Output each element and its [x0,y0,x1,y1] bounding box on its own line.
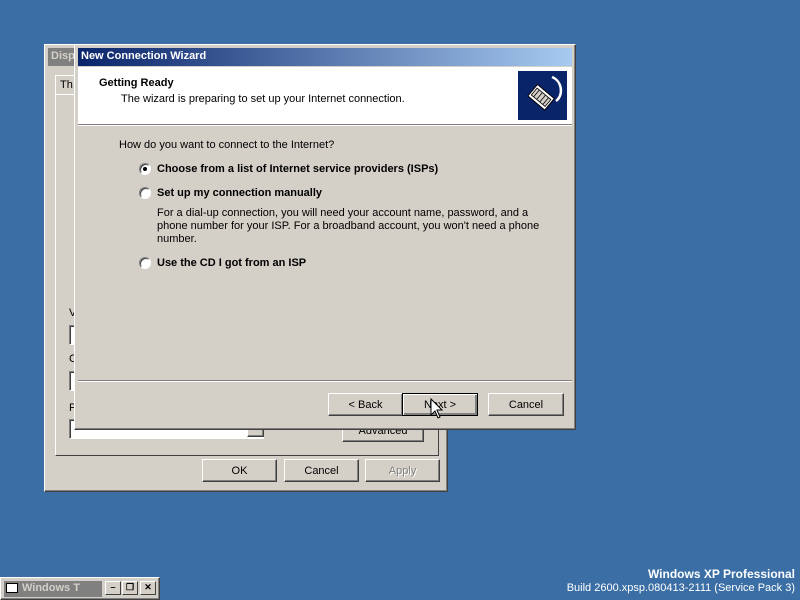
option-choose-isp-label: Choose from a list of Internet service p… [157,163,439,175]
wizard-separator [78,380,572,382]
display-cancel-button[interactable]: Cancel [284,459,359,482]
os-version-watermark: Windows XP Professional Build 2600.xpsp.… [567,567,795,595]
display-cancel-label: Cancel [304,464,339,477]
option-choose-isp[interactable]: Choose from a list of Internet service p… [139,163,438,175]
monitor-icon [6,583,18,593]
os-build: Build 2600.xpsp.080413-2111 (Service Pac… [566,582,795,594]
radio-choose-isp[interactable] [139,163,151,175]
apply-button-label: Apply [388,464,417,477]
manual-setup-description: For a dial-up connection, you will need … [157,207,540,245]
mouse-pointer-icon [430,397,444,423]
minimize-icon[interactable]: – [105,581,121,595]
network-cable-icon [518,71,567,120]
wizard-titlebar[interactable]: New Connection Wizard [78,48,572,66]
option-use-cd[interactable]: Use the CD I got from an ISP [139,257,306,269]
connection-question: How do you want to connect to the Intern… [119,139,335,151]
close-icon[interactable]: ✕ [140,581,156,595]
new-connection-wizard-dialog: New Connection Wizard Getting Ready The … [74,44,576,430]
os-edition: Windows XP Professional [647,567,795,581]
ok-button[interactable]: OK [202,459,277,482]
wizard-header-subtitle: The wizard is preparing to set up your I… [121,93,405,105]
radio-use-cd[interactable] [139,257,151,269]
option-manual-setup-label: Set up my connection manually [157,187,323,199]
back-button-label: < Back [348,398,383,411]
restore-icon[interactable]: ❐ [122,581,138,595]
option-use-cd-label: Use the CD I got from an ISP [157,257,307,269]
wizard-header-title: Getting Ready [99,77,174,89]
wizard-cancel-label: Cancel [508,398,544,411]
radio-manual-setup[interactable] [139,187,151,199]
option-manual-setup[interactable]: Set up my connection manually [139,187,322,199]
ok-button-label: OK [231,464,248,477]
minimized-window[interactable]: Windows T – ❐ ✕ [0,577,160,600]
wizard-cancel-button[interactable]: Cancel [488,393,564,416]
wizard-header: Getting Ready The wizard is preparing to… [78,67,572,125]
apply-button[interactable]: Apply [365,459,440,482]
minimized-window-title[interactable]: Windows T [4,581,102,597]
back-button[interactable]: < Back [328,393,403,416]
